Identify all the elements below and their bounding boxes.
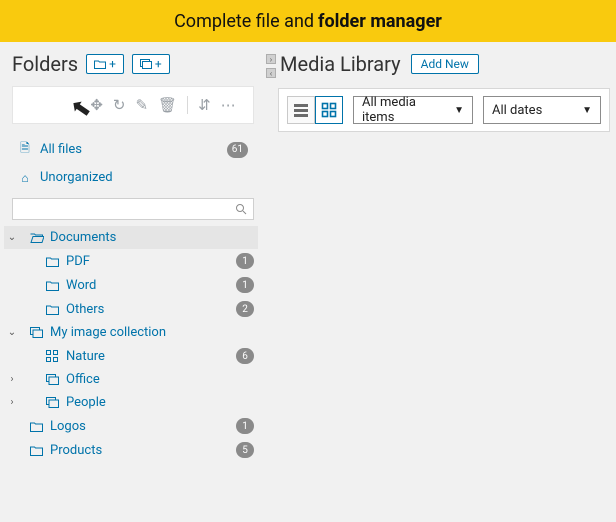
banner: Complete file and folder manager — [0, 0, 616, 42]
folder-search[interactable] — [12, 198, 254, 220]
folders-header: Folders + + — [0, 46, 266, 86]
filter-date-select[interactable]: All dates ▼ — [483, 96, 601, 124]
folder-icon — [30, 421, 44, 432]
refresh-icon[interactable]: ↻ — [113, 96, 126, 114]
grid-view-button[interactable] — [315, 96, 343, 124]
tree-item-label: Logos — [50, 419, 230, 434]
collapse-left-icon[interactable]: ‹ — [266, 68, 276, 78]
tree-item-count: 1 — [236, 418, 254, 434]
fixed-folders: 🗎 All files 61 ⌂ Unorganized — [0, 134, 266, 194]
add-new-button[interactable]: Add New — [411, 54, 479, 74]
folders-title: Folders — [12, 52, 78, 76]
view-toggle — [287, 96, 343, 124]
file-icon: 🗎 — [18, 139, 32, 160]
collapse-right-icon[interactable]: › — [266, 54, 276, 64]
tree-item[interactable]: › People — [4, 391, 258, 414]
gallery-plus-icon — [140, 59, 152, 69]
tree-item[interactable]: ⌄ My image collection — [4, 321, 258, 344]
tree-item[interactable]: Word 1 — [4, 273, 258, 297]
tree-item[interactable]: ⌄ Documents — [4, 226, 258, 249]
delete-icon[interactable]: 🗑 — [158, 96, 177, 114]
sidebar-resizer[interactable]: › ‹ — [266, 42, 274, 522]
tree-item-label: Nature — [66, 349, 230, 364]
chevron-down-icon: ▼ — [582, 105, 592, 116]
tree-item-count: 5 — [236, 442, 254, 458]
tree-item[interactable]: Others 2 — [4, 297, 258, 321]
tree-item-label: People — [66, 395, 254, 410]
tree-item[interactable]: › Office — [4, 368, 258, 391]
folder-toolbar: ⬉ ✥ ↻ ✎ 🗑 ⇵ ⋯ — [12, 86, 254, 124]
banner-text-2: folder manager — [318, 11, 442, 32]
all-files-label: All files — [40, 142, 219, 157]
gallery-icon — [46, 397, 60, 408]
unorganized-label: Unorganized — [40, 170, 248, 185]
folder-icon — [46, 256, 60, 267]
list-view-button[interactable] — [287, 96, 315, 124]
gallery-icon — [46, 374, 60, 385]
filter-type-label: All media items — [362, 95, 446, 125]
folder-icon — [46, 304, 60, 315]
tree-item[interactable]: Products 5 — [4, 438, 258, 462]
main-layout: Folders + + ⬉ ✥ ↻ ✎ 🗑 ⇵ ⋯ — [0, 42, 616, 522]
media-library-header: Media Library Add New — [278, 48, 610, 88]
chevron-down-icon[interactable]: ⌄ — [6, 327, 18, 338]
filter-date-label: All dates — [492, 103, 542, 118]
banner-text-1: Complete file and — [174, 11, 314, 32]
folder-icon — [30, 445, 44, 456]
tree-item-label: Office — [66, 372, 254, 387]
filter-type-select[interactable]: All media items ▼ — [353, 96, 473, 124]
tree-item-label: Word — [66, 278, 230, 293]
tree-item-count: 6 — [236, 348, 254, 364]
gallery-icon — [30, 327, 44, 338]
folder-plus-icon — [94, 59, 106, 69]
rename-icon[interactable]: ✎ — [135, 96, 148, 114]
tree-item-label: My image collection — [50, 325, 254, 340]
tree-item-count: 1 — [236, 253, 254, 269]
search-icon — [235, 203, 247, 215]
more-icon[interactable]: ⋯ — [221, 96, 236, 114]
home-icon: ⌂ — [18, 171, 32, 185]
media-library-title: Media Library — [280, 52, 401, 76]
tree-item-label: Products — [50, 443, 230, 458]
chevron-down-icon[interactable]: ⌄ — [6, 232, 18, 243]
folder-open-icon — [30, 232, 44, 243]
move-icon[interactable]: ✥ — [90, 96, 103, 114]
folder-search-input[interactable] — [19, 202, 235, 216]
media-library: Media Library Add New All media items ▼ — [274, 42, 616, 522]
unorganized-row[interactable]: ⌂ Unorganized — [12, 165, 254, 190]
tree-item-label: Others — [66, 302, 230, 317]
tree-item-label: PDF — [66, 254, 230, 269]
resizer-handle[interactable]: › ‹ — [266, 54, 276, 90]
grid-view-icon — [321, 102, 337, 118]
folder-tree: ⌄ Documents PDF 1 Word 1 Others 2 ⌄ My image coll… — [0, 226, 266, 470]
tree-item[interactable]: Nature 6 — [4, 344, 258, 368]
sort-icon[interactable]: ⇵ — [198, 96, 211, 114]
all-files-row[interactable]: 🗎 All files 61 — [12, 134, 254, 165]
folders-sidebar: Folders + + ⬉ ✥ ↻ ✎ 🗑 ⇵ ⋯ — [0, 42, 266, 522]
list-view-icon — [293, 102, 309, 118]
chevron-right-icon[interactable]: › — [6, 374, 18, 385]
toolbar-separator — [187, 96, 188, 114]
tree-item-label: Documents — [50, 230, 254, 245]
chevron-right-icon[interactable]: › — [6, 397, 18, 408]
tree-item-count: 1 — [236, 277, 254, 293]
new-folder-button[interactable]: + — [86, 54, 124, 74]
tree-item-count: 2 — [236, 301, 254, 317]
chevron-down-icon: ▼ — [454, 105, 464, 116]
folder-icon — [46, 280, 60, 291]
grid-icon — [46, 350, 60, 362]
new-gallery-button[interactable]: + — [132, 54, 170, 74]
tree-item[interactable]: Logos 1 — [4, 414, 258, 438]
tree-item[interactable]: PDF 1 — [4, 249, 258, 273]
all-files-count: 61 — [227, 142, 248, 158]
media-toolbar: All media items ▼ All dates ▼ — [278, 88, 610, 132]
